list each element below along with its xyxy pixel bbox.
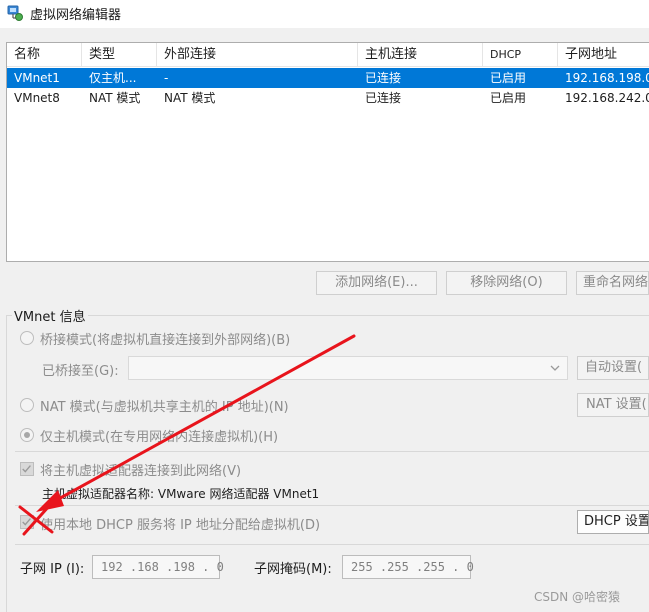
watermark: CSDN @哈密猿 bbox=[534, 590, 621, 604]
cell-dhcp: 已启用 bbox=[490, 91, 527, 105]
bridge-label: 桥接模式(将虚拟机直接连接到外部网络)(B) bbox=[40, 333, 291, 348]
dhcp-checkbox[interactable] bbox=[20, 515, 34, 529]
column-header-type[interactable]: 类型 bbox=[82, 43, 157, 67]
check-icon bbox=[22, 518, 31, 526]
group-border bbox=[88, 315, 649, 316]
column-header-subnet[interactable]: 子网地址 bbox=[558, 43, 649, 67]
chevron-down-icon bbox=[550, 365, 560, 371]
dhcp-label: 使用本地 DHCP 服务将 IP 地址分配给虚拟机(D) bbox=[40, 518, 321, 533]
column-header-host[interactable]: 主机连接 bbox=[358, 43, 483, 67]
host-only-label: 仅主机模式(在专用网络内连接虚拟机)(H) bbox=[40, 430, 279, 445]
cell-subnet: 192.168.242.0 bbox=[565, 91, 649, 105]
bridged-to-label: 已桥接至(G): bbox=[42, 364, 119, 379]
check-icon bbox=[22, 465, 31, 473]
bridged-to-select[interactable] bbox=[128, 356, 568, 380]
network-editor-icon bbox=[7, 5, 23, 21]
cell-dhcp: 已启用 bbox=[490, 71, 527, 85]
table-row[interactable]: VMnet1 仅主机... - 已连接 已启用 192.168.198.0 bbox=[7, 68, 649, 88]
subnet-mask-field[interactable]: 255 .255 .255 . 0 bbox=[342, 555, 474, 579]
adapter-name-label: 主机虚拟适配器名称: VMware 网络适配器 VMnet1 bbox=[42, 487, 320, 501]
nat-label: NAT 模式(与虚拟机共享主机的 IP 地址)(N) bbox=[40, 400, 289, 415]
window-title: 虚拟网络编辑器 bbox=[30, 8, 122, 23]
dhcp-settings-button[interactable]: DHCP 设置( bbox=[577, 510, 649, 534]
table-row[interactable]: VMnet8 NAT 模式 NAT 模式 已连接 已启用 192.168.242… bbox=[7, 88, 649, 108]
subnet-ip-field[interactable]: 192 .168 .198 . 0 bbox=[92, 555, 224, 579]
bridge-radio[interactable] bbox=[20, 331, 34, 345]
rename-network-button[interactable]: 重命名网络 bbox=[576, 271, 649, 295]
remove-network-button[interactable]: 移除网络(O) bbox=[446, 271, 567, 295]
vmnet-info-label: VMnet 信息 bbox=[14, 310, 86, 325]
column-header-name[interactable]: 名称 bbox=[7, 43, 82, 67]
cell-external: NAT 模式 bbox=[164, 91, 216, 105]
cell-host: 已连接 bbox=[365, 71, 402, 85]
cell-name: VMnet8 bbox=[14, 91, 60, 105]
title-bar: 虚拟网络编辑器 bbox=[0, 0, 649, 28]
column-header-external[interactable]: 外部连接 bbox=[157, 43, 358, 67]
cell-type: NAT 模式 bbox=[89, 91, 141, 105]
column-header-dhcp[interactable]: DHCP bbox=[483, 43, 558, 67]
list-header: 名称 类型 外部连接 主机连接 DHCP 子网地址 bbox=[7, 43, 649, 67]
add-network-button[interactable]: 添加网络(E)... bbox=[316, 271, 437, 295]
host-only-radio[interactable] bbox=[20, 428, 34, 442]
nat-settings-button[interactable]: NAT 设置( bbox=[577, 393, 649, 417]
subnet-ip-label: 子网 IP (I): bbox=[20, 562, 85, 577]
connect-adapter-label: 将主机虚拟适配器连接到此网络(V) bbox=[40, 464, 242, 479]
divider bbox=[15, 451, 649, 452]
cell-type: 仅主机... bbox=[89, 71, 137, 85]
auto-settings-button[interactable]: 自动设置( bbox=[577, 356, 649, 380]
connect-adapter-checkbox[interactable] bbox=[20, 462, 34, 476]
cell-name: VMnet1 bbox=[14, 71, 60, 85]
network-list[interactable]: 名称 类型 外部连接 主机连接 DHCP 子网地址 VMnet1 仅主机... … bbox=[6, 42, 649, 262]
nat-radio[interactable] bbox=[20, 398, 34, 412]
divider bbox=[15, 505, 649, 506]
cell-external: - bbox=[164, 71, 169, 85]
cell-subnet: 192.168.198.0 bbox=[565, 71, 649, 85]
cell-host: 已连接 bbox=[365, 91, 402, 105]
subnet-mask-label: 子网掩码(M): bbox=[254, 562, 332, 577]
group-border bbox=[6, 315, 7, 612]
divider bbox=[15, 544, 649, 545]
